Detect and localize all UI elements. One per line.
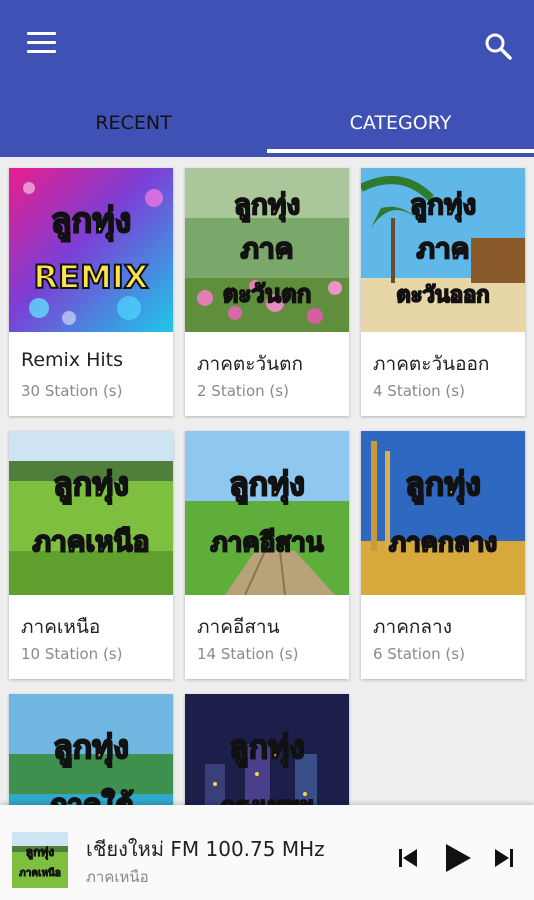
art-subtitle: ภาคอีสาน (211, 528, 324, 558)
search-icon[interactable] (482, 30, 514, 62)
skip-next-icon[interactable] (493, 847, 515, 873)
art-subtitle: ภาคใต้ (49, 788, 134, 805)
art-title: ลูกทุ่ง (53, 728, 129, 768)
category-card-remix-hits[interactable]: ลูกทุ่ง REMIX Remix Hits 30 Station (s) (9, 168, 173, 416)
category-card-central[interactable]: ลูกทุ่ง ภาคกลาง ภาคกลาง 6 Station (s) (361, 431, 525, 679)
category-name: ภาคกลาง (373, 616, 452, 638)
art-subtitle: ภาค (241, 232, 294, 265)
category-name: Remix Hits (21, 349, 124, 371)
category-card-west[interactable]: ลูกทุ่ง ภาค ตะวันตก ภาคตะวันตก 2 Station… (185, 168, 349, 416)
category-name: ภาคตะวันตก (197, 353, 303, 375)
art-title: ลูกทุ่ง (53, 465, 129, 505)
art-title: ลูกทุ่ง (51, 201, 131, 242)
skip-previous-icon[interactable] (397, 847, 419, 873)
app-bar: RECENT CATEGORY (0, 0, 534, 157)
category-card-north[interactable]: ลูกทุ่ง ภาคเหนือ ภาคเหนือ 10 Station (s) (9, 431, 173, 679)
category-image: ลูกทุ่ง ภาคเหนือ (9, 431, 173, 595)
art-subtitle: ภาคกลาง (389, 528, 497, 558)
category-image: ลูกทุ่ง กรุงเทพฯ (185, 694, 349, 805)
tab-recent[interactable]: RECENT (0, 95, 267, 157)
category-image: ลูกทุ่ง ภาคใต้ (9, 694, 173, 805)
category-image: ลูกทุ่ง ภาค ตะวันตก (185, 168, 349, 332)
play-icon[interactable] (443, 842, 473, 878)
category-name: ภาคตะวันออก (373, 353, 490, 375)
category-image: ลูกทุ่ง ภาค ตะวันออก (361, 168, 525, 332)
category-image: ลูกทุ่ง REMIX (9, 168, 173, 332)
art-title: ลูกทุ่ง (405, 465, 481, 505)
art-subtitle-2: ตะวันตก (223, 280, 311, 308)
now-playing-title: เชียงใหม่ FM 100.75 MHz (86, 837, 325, 861)
station-count: 2 Station (s) (197, 382, 289, 400)
art-subtitle: ภาคเหนือ (33, 525, 150, 558)
art-subtitle: กรุงเทพฯ (221, 792, 313, 805)
now-playing-subtitle: ภาคเหนือ (86, 868, 149, 886)
station-count: 30 Station (s) (21, 382, 123, 400)
now-playing-artwork: ลูกทุ่ง ภาคเหนือ (12, 832, 68, 888)
tab-indicator (267, 149, 534, 153)
category-card-bangkok[interactable]: ลูกทุ่ง กรุงเทพฯ (185, 694, 349, 805)
tab-bar: RECENT CATEGORY (0, 95, 534, 157)
thumb-title: ลูกทุ่ง (26, 845, 55, 860)
station-count: 10 Station (s) (21, 645, 123, 663)
category-card-south[interactable]: ลูกทุ่ง ภาคใต้ (9, 694, 173, 805)
art-title: ลูกทุ่ง (410, 188, 476, 222)
art-subtitle: ภาค (417, 232, 470, 265)
art-subtitle: REMIX (34, 258, 149, 296)
category-name: ภาคเหนือ (21, 616, 101, 638)
category-card-isan[interactable]: ลูกทุ่ง ภาคอีสาน ภาคอีสาน 14 Station (s) (185, 431, 349, 679)
thumb-subtitle: ภาคเหนือ (19, 867, 61, 879)
category-image: ลูกทุ่ง ภาคกลาง (361, 431, 525, 595)
art-title: ลูกทุ่ง (229, 465, 305, 505)
category-name: ภาคอีสาน (197, 616, 280, 638)
art-subtitle-2: ตะวันออก (396, 283, 489, 308)
mini-player[interactable]: ลูกทุ่ง ภาคเหนือ เชียงใหม่ FM 100.75 MHz… (0, 805, 534, 900)
art-title: ลูกทุ่ง (234, 188, 300, 222)
category-grid: ลูกทุ่ง REMIX Remix Hits 30 Station (s) … (0, 157, 534, 805)
tab-category[interactable]: CATEGORY (267, 95, 534, 157)
category-image: ลูกทุ่ง ภาคอีสาน (185, 431, 349, 595)
station-count: 4 Station (s) (373, 382, 465, 400)
station-count: 6 Station (s) (373, 645, 465, 663)
station-count: 14 Station (s) (197, 645, 299, 663)
category-card-east[interactable]: ลูกทุ่ง ภาค ตะวันออก ภาคตะวันออก 4 Stati… (361, 168, 525, 416)
hamburger-menu-icon[interactable] (27, 32, 57, 54)
art-title: ลูกทุ่ง (229, 728, 305, 768)
